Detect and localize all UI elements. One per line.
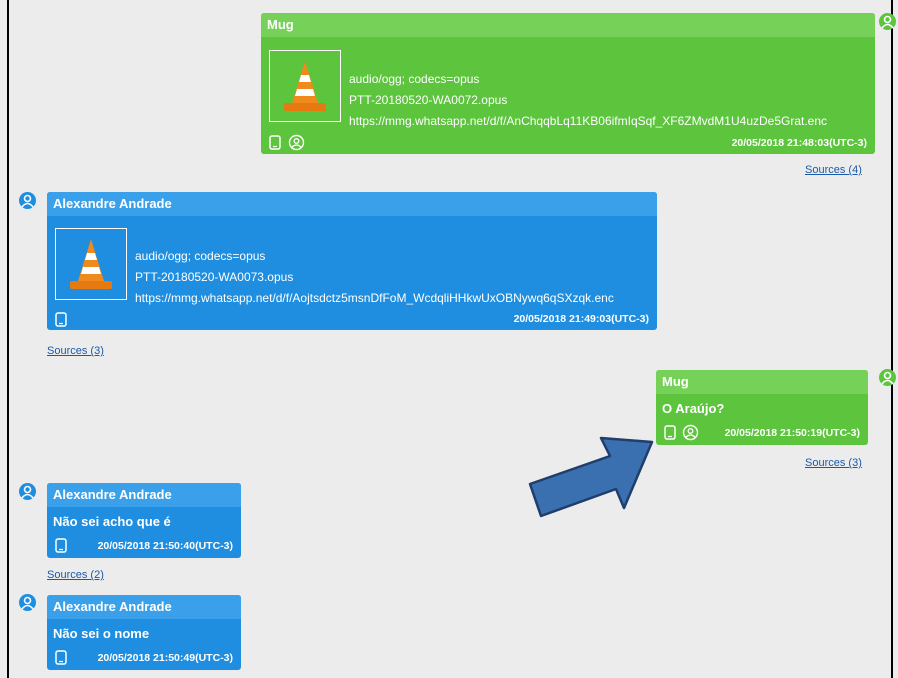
message-bubble: Mug audio/ogg; codecs=opus PTT-20180520-… bbox=[261, 13, 875, 154]
arrow-annotation bbox=[528, 436, 654, 518]
vlc-cone-icon bbox=[284, 61, 326, 111]
sources-link[interactable]: Sources (2) bbox=[47, 569, 104, 581]
message-timestamp: 20/05/2018 21:49:03(UTC-3) bbox=[513, 313, 649, 325]
person-avatar-icon bbox=[879, 369, 896, 386]
phone-icon bbox=[269, 135, 281, 150]
message-timestamp: 20/05/2018 21:50:40(UTC-3) bbox=[97, 540, 233, 552]
message-text: O Araújo? bbox=[662, 401, 725, 416]
media-mime: audio/ogg; codecs=opus bbox=[135, 249, 266, 263]
message-bubble: Alexandre Andrade Não sei acho que é 20/… bbox=[47, 483, 241, 558]
message-timestamp: 20/05/2018 21:50:49(UTC-3) bbox=[97, 652, 233, 664]
person-avatar-icon bbox=[19, 192, 36, 209]
sender-name: Alexandre Andrade bbox=[47, 483, 241, 507]
sender-name: Mug bbox=[261, 13, 875, 37]
phone-icon bbox=[55, 650, 67, 665]
message-bubble: Mug O Araújo? 20/05/2018 21:50:19(UTC-3) bbox=[656, 370, 868, 445]
media-filename: PTT-20180520-WA0073.opus bbox=[135, 270, 294, 284]
sender-name: Alexandre Andrade bbox=[47, 595, 241, 619]
media-url[interactable]: https://mmg.whatsapp.net/d/f/Aojtsdctz5m… bbox=[135, 288, 614, 309]
phone-icon bbox=[664, 425, 676, 440]
person-avatar-icon bbox=[19, 483, 36, 500]
sources-link[interactable]: Sources (3) bbox=[47, 345, 104, 357]
message-text: Não sei o nome bbox=[53, 626, 150, 641]
media-filename: PTT-20180520-WA0072.opus bbox=[349, 93, 508, 107]
vlc-cone-icon bbox=[70, 239, 112, 289]
contact-icon bbox=[682, 424, 699, 441]
person-avatar-icon bbox=[879, 13, 896, 30]
person-avatar-icon bbox=[19, 594, 36, 611]
sender-name: Alexandre Andrade bbox=[47, 192, 657, 216]
message-text: Não sei acho que é bbox=[53, 514, 171, 529]
sources-link[interactable]: Sources (4) bbox=[805, 164, 862, 176]
contact-icon bbox=[288, 134, 305, 151]
phone-icon bbox=[55, 538, 67, 553]
media-mime: audio/ogg; codecs=opus bbox=[349, 72, 480, 86]
message-timestamp: 20/05/2018 21:48:03(UTC-3) bbox=[731, 137, 867, 149]
message-bubble: Alexandre Andrade audio/ogg; codecs=opus… bbox=[47, 192, 657, 330]
message-timestamp: 20/05/2018 21:50:19(UTC-3) bbox=[724, 427, 860, 439]
media-url[interactable]: https://mmg.whatsapp.net/d/f/AnChqqbLq11… bbox=[349, 111, 827, 132]
phone-icon bbox=[55, 312, 67, 327]
media-thumbnail[interactable] bbox=[55, 228, 127, 300]
sender-name: Mug bbox=[656, 370, 868, 394]
media-thumbnail[interactable] bbox=[269, 50, 341, 122]
message-bubble: Alexandre Andrade Não sei o nome 20/05/2… bbox=[47, 595, 241, 670]
sources-link[interactable]: Sources (3) bbox=[805, 457, 862, 469]
